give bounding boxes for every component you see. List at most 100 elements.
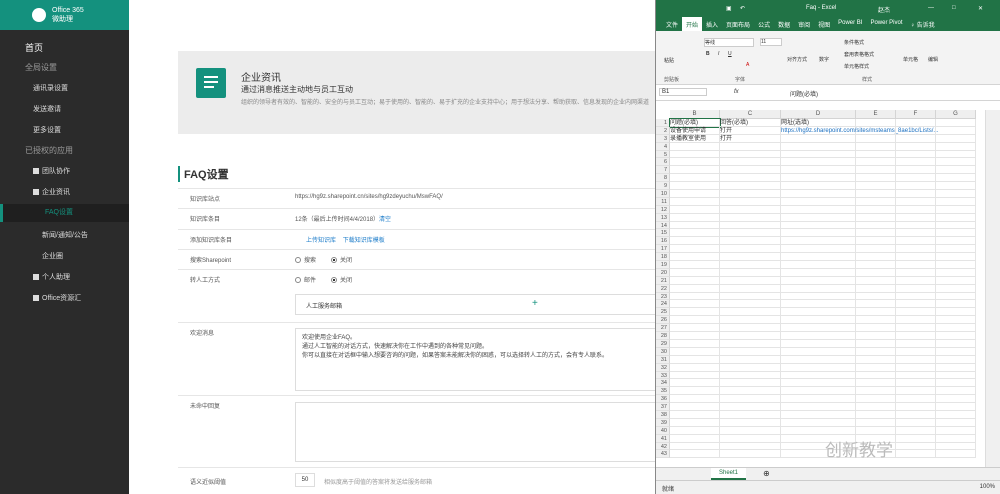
cell[interactable]: [936, 324, 976, 333]
clear-link[interactable]: 清空: [379, 217, 391, 223]
sidebar-item-assistant[interactable]: 个人助理: [0, 272, 129, 282]
cell[interactable]: [856, 134, 896, 143]
cell[interactable]: [670, 339, 720, 348]
cell[interactable]: [720, 403, 781, 411]
tab-insert[interactable]: 插入: [702, 17, 722, 31]
cell[interactable]: [781, 355, 856, 364]
site-url-link[interactable]: https://hg9z.sharepoint.cn/sites/hg9zdey…: [295, 194, 443, 200]
cell[interactable]: 回答(必填): [720, 119, 781, 127]
cells-button[interactable]: 单元格: [903, 56, 918, 63]
cell[interactable]: [936, 268, 976, 277]
cell[interactable]: [720, 316, 781, 325]
transfer-off-radio[interactable]: [331, 277, 338, 283]
cell[interactable]: [720, 284, 781, 293]
cell[interactable]: [781, 237, 856, 246]
cell[interactable]: [720, 142, 781, 151]
download-template-link[interactable]: 下载知识库模板: [343, 238, 385, 244]
cell[interactable]: [936, 379, 976, 388]
cell[interactable]: [720, 205, 781, 214]
cell[interactable]: [670, 300, 720, 309]
cell[interactable]: [781, 316, 856, 325]
cell[interactable]: [781, 174, 856, 183]
cell[interactable]: [720, 442, 781, 451]
vertical-scrollbar[interactable]: [985, 110, 1000, 467]
sheet-tab[interactable]: Sheet1: [711, 468, 747, 480]
cell[interactable]: [781, 363, 856, 372]
cell[interactable]: [936, 174, 976, 183]
cell[interactable]: [670, 284, 720, 293]
cell[interactable]: [896, 339, 936, 348]
col-header[interactable]: F: [896, 110, 936, 119]
row-header[interactable]: 41: [656, 434, 670, 443]
cell[interactable]: [936, 261, 976, 269]
cell[interactable]: [781, 205, 856, 214]
tab-review[interactable]: 审阅: [794, 17, 814, 31]
cell[interactable]: [781, 339, 856, 348]
cell[interactable]: [856, 142, 896, 151]
sidebar-item-invite[interactable]: 发送邀请: [0, 104, 129, 114]
row-header[interactable]: 15: [656, 229, 670, 238]
cell[interactable]: [936, 418, 976, 427]
cell[interactable]: [856, 379, 896, 388]
cell[interactable]: [896, 355, 936, 364]
sidebar-item-more[interactable]: 更多设置: [0, 125, 129, 135]
formula-input[interactable]: 问题(必填): [790, 89, 818, 98]
cell[interactable]: [896, 261, 936, 269]
cell[interactable]: [896, 142, 936, 151]
cell[interactable]: [896, 190, 936, 198]
cell[interactable]: [670, 276, 720, 285]
cell[interactable]: [670, 197, 720, 206]
cell[interactable]: [896, 371, 936, 380]
cell[interactable]: [720, 410, 781, 419]
sidebar-item-contacts[interactable]: 通讯录设置: [0, 83, 129, 93]
cell[interactable]: [720, 268, 781, 277]
font-size-select[interactable]: 11: [760, 38, 782, 46]
cell[interactable]: [670, 426, 720, 435]
cell[interactable]: [936, 197, 976, 206]
edit-button[interactable]: 编辑: [928, 56, 938, 63]
row-header[interactable]: 9: [656, 182, 670, 191]
cell[interactable]: [896, 205, 936, 214]
cell[interactable]: [896, 182, 936, 191]
col-header[interactable]: D: [781, 110, 856, 119]
cell[interactable]: [896, 213, 936, 222]
cell[interactable]: [720, 450, 781, 459]
row-header[interactable]: 29: [656, 339, 670, 348]
cell[interactable]: [670, 253, 720, 262]
cell[interactable]: [670, 316, 720, 325]
cell[interactable]: [856, 205, 896, 214]
cell[interactable]: [720, 158, 781, 167]
cell[interactable]: [936, 253, 976, 262]
sidebar-item-faq[interactable]: FAQ设置: [0, 204, 129, 222]
cell[interactable]: [936, 339, 976, 348]
cell[interactable]: [896, 221, 936, 230]
row-header[interactable]: 26: [656, 316, 670, 325]
sidebar-item-team[interactable]: 团队协作: [0, 166, 129, 176]
cell[interactable]: [896, 450, 936, 459]
number-format-button[interactable]: 数字: [819, 56, 829, 63]
cell[interactable]: [781, 158, 856, 167]
cell[interactable]: [856, 119, 896, 127]
cell[interactable]: [720, 190, 781, 198]
cell[interactable]: [720, 363, 781, 372]
threshold-input[interactable]: 50: [295, 473, 315, 487]
cell[interactable]: [936, 395, 976, 404]
cell[interactable]: [670, 142, 720, 151]
cell[interactable]: [936, 126, 976, 135]
row-header[interactable]: 2: [656, 126, 670, 135]
cell[interactable]: [896, 134, 936, 143]
row-header[interactable]: 38: [656, 410, 670, 419]
cell[interactable]: [781, 221, 856, 230]
cell[interactable]: [720, 339, 781, 348]
tab-layout[interactable]: 页面布局: [722, 17, 754, 31]
cell[interactable]: [936, 403, 976, 411]
save-icon[interactable]: ▣: [726, 5, 732, 12]
underline-button[interactable]: U: [728, 51, 732, 57]
sidebar-item-resources[interactable]: Office资源汇: [0, 293, 129, 303]
cell[interactable]: [896, 126, 936, 135]
cell[interactable]: [670, 308, 720, 317]
font-name-select[interactable]: 等线: [704, 38, 754, 47]
cell[interactable]: [856, 174, 896, 183]
cell[interactable]: [856, 126, 896, 135]
cell[interactable]: [720, 418, 781, 427]
